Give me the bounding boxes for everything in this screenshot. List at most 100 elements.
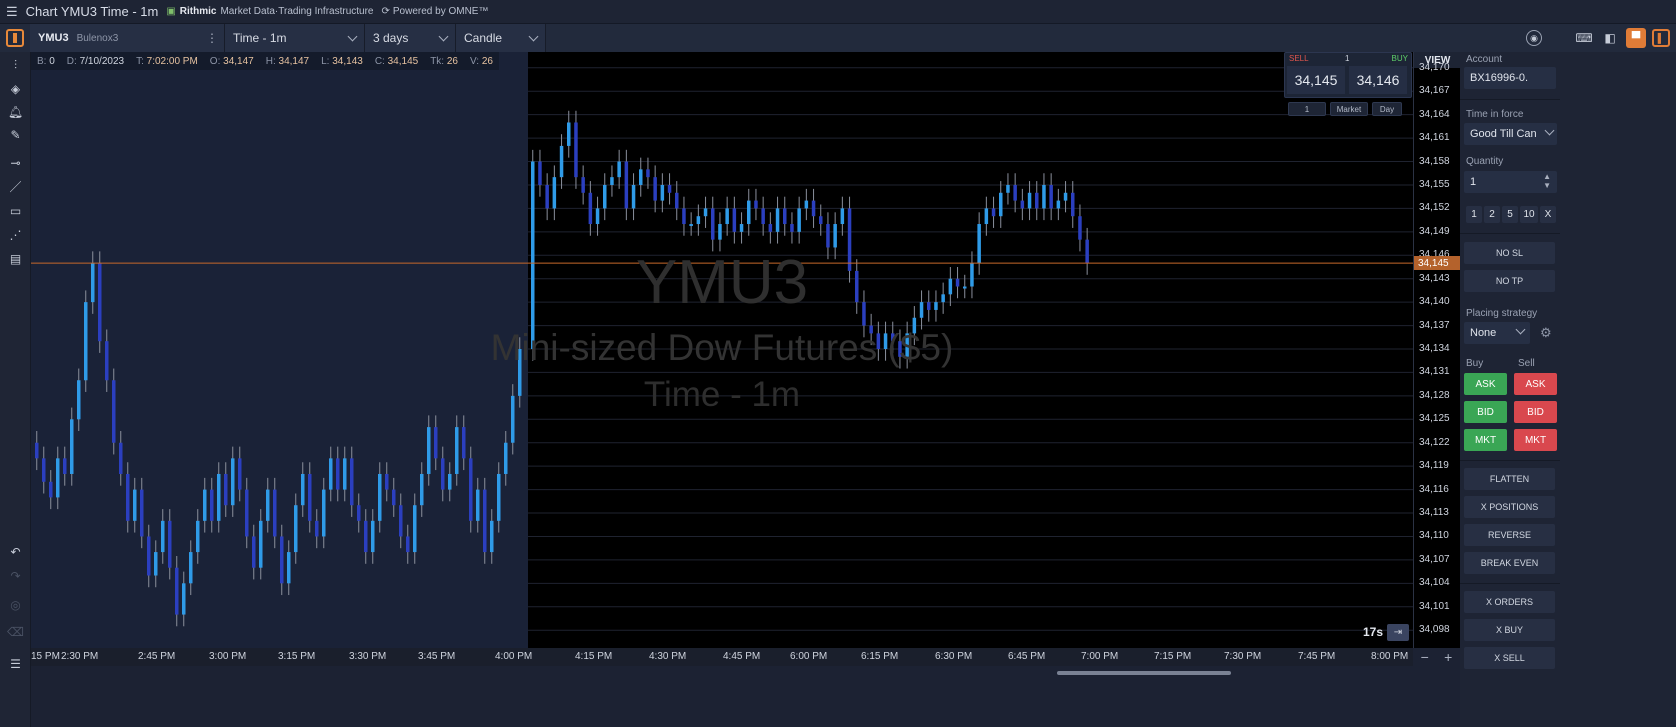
break-even-button[interactable]: BREAK EVEN bbox=[1464, 552, 1555, 574]
sidebar-toggle-icon[interactable] bbox=[6, 29, 24, 47]
candle-body bbox=[280, 536, 284, 584]
bottom-bar bbox=[31, 666, 1460, 727]
trend-line-icon[interactable]: ／ bbox=[6, 177, 25, 196]
sell-bid-button[interactable]: 34,145 bbox=[1287, 66, 1345, 94]
candle-body bbox=[406, 536, 410, 553]
gear-icon[interactable]: ⚙ bbox=[1540, 325, 1552, 341]
rectangle-icon[interactable]: ▭ bbox=[6, 201, 25, 220]
no-sl-button[interactable]: NO SL bbox=[1464, 242, 1555, 264]
quick-qty-10[interactable]: 10 bbox=[1520, 206, 1538, 223]
list-icon[interactable]: ☰ bbox=[6, 654, 25, 673]
candle-body bbox=[196, 520, 200, 553]
symbol-selector[interactable]: YMU3 Bulenox3 ⋮ bbox=[30, 24, 225, 52]
ohlc-readout: B: 0 D: 7/10/2023 T: 7:02:00 PM O: 34,14… bbox=[31, 52, 499, 70]
panel-toggle-icon[interactable]: ▌ bbox=[1652, 29, 1670, 47]
candle-body bbox=[984, 208, 989, 225]
fibonacci-icon[interactable]: ⋰ bbox=[6, 225, 25, 244]
order-type-select[interactable]: Market bbox=[1330, 102, 1368, 116]
chevron-down-icon bbox=[528, 31, 539, 41]
price-axis[interactable]: VIEW 34,170 34,167 34,164 34,161 34,158 34,15… bbox=[1413, 52, 1461, 648]
candle-body bbox=[322, 489, 326, 537]
flatten-button[interactable]: FLATTEN bbox=[1464, 468, 1555, 490]
chart-type-dropdown[interactable]: Candle bbox=[456, 24, 546, 52]
chevron-down-icon bbox=[438, 31, 449, 41]
candle-body bbox=[420, 473, 424, 506]
strategy-dropdown[interactable]: None bbox=[1464, 322, 1530, 344]
candle-body bbox=[531, 161, 535, 349]
interval-dropdown[interactable]: Time - 1m bbox=[225, 24, 365, 52]
close-positions-button[interactable]: X POSITIONS bbox=[1464, 496, 1555, 518]
candle-body bbox=[617, 161, 621, 178]
horizontal-scrollbar[interactable] bbox=[1057, 671, 1231, 675]
buy-ask-order-button[interactable]: ASK bbox=[1464, 373, 1507, 395]
undo-icon[interactable]: ↶ bbox=[6, 542, 25, 561]
alert-bell-icon[interactable]: 🔔︎ bbox=[6, 102, 25, 121]
tif-dropdown[interactable]: Good Till Can bbox=[1464, 123, 1557, 145]
quantity-stepper[interactable]: 1 ▲ ▼ bbox=[1464, 171, 1557, 193]
account-label: Account bbox=[1466, 54, 1503, 65]
tif-select[interactable]: Day bbox=[1372, 102, 1402, 116]
candle-body bbox=[1042, 184, 1046, 209]
y-tick-label: 34,137 bbox=[1419, 319, 1450, 331]
candle-body bbox=[112, 380, 116, 443]
layers-icon[interactable]: ◈ bbox=[6, 79, 25, 98]
redo-icon[interactable]: ↷ bbox=[6, 566, 25, 585]
symbol-label: YMU3 bbox=[38, 32, 69, 44]
time-axis[interactable]: 15 PM 2:30 PM 2:45 PM 3:00 PM 3:15 PM 3:30 PM… bbox=[31, 648, 1413, 666]
sell-bid-order-button[interactable]: BID bbox=[1514, 401, 1557, 423]
candle-body bbox=[732, 208, 737, 232]
candle-body bbox=[718, 224, 722, 240]
buy-ask-button[interactable]: 34,146 bbox=[1349, 66, 1407, 94]
candle-body bbox=[804, 200, 809, 209]
quick-qty-2[interactable]: 2 bbox=[1484, 206, 1500, 223]
candle-body bbox=[427, 427, 431, 474]
quick-qty-1[interactable]: 1 bbox=[1466, 206, 1482, 223]
candle-body bbox=[308, 473, 312, 521]
candle-body bbox=[441, 458, 445, 490]
no-tp-button[interactable]: NO TP bbox=[1464, 270, 1555, 292]
candle-body bbox=[869, 325, 873, 334]
sell-market-button[interactable]: MKT bbox=[1514, 429, 1557, 451]
indicators-icon[interactable]: ⫶ bbox=[6, 56, 25, 75]
pencil-icon[interactable]: ✎ bbox=[6, 125, 25, 144]
trader-qty-input[interactable]: 1 bbox=[1288, 102, 1326, 116]
template-icon[interactable]: ▤ bbox=[6, 249, 25, 268]
account-select[interactable]: BX16996-0. bbox=[1464, 67, 1556, 89]
sell-ask-order-button[interactable]: ASK bbox=[1514, 373, 1557, 395]
quick-qty-5[interactable]: 5 bbox=[1502, 206, 1518, 223]
candle-body bbox=[711, 208, 715, 240]
y-tick-label: 34,104 bbox=[1419, 577, 1450, 589]
price-chart[interactable]: YMU3 Mini-sized Dow Futures ($5) Time - … bbox=[31, 52, 1413, 648]
candle-body bbox=[175, 567, 179, 615]
horizontal-line-icon[interactable]: ⊸ bbox=[6, 153, 25, 172]
x-tick-label: 4:00 PM bbox=[495, 651, 533, 662]
erase-icon[interactable]: ⌫ bbox=[6, 622, 25, 641]
cancel-buy-button[interactable]: X BUY bbox=[1464, 619, 1555, 641]
eye-icon[interactable]: ◎ bbox=[6, 595, 25, 614]
zoom-out-icon[interactable]: − bbox=[1421, 649, 1429, 665]
order-panel: Account BX16996-0. Time in force Good Ti… bbox=[1460, 52, 1676, 727]
menu-icon[interactable]: ☰ bbox=[6, 4, 18, 20]
range-dropdown[interactable]: 3 days bbox=[365, 24, 456, 52]
more-icon[interactable]: ⋮ bbox=[206, 31, 218, 45]
candle-body bbox=[357, 505, 361, 521]
trade-panel-icon[interactable]: ▀ bbox=[1626, 28, 1646, 48]
candle-body bbox=[574, 122, 578, 178]
scroll-to-end-icon[interactable]: ⇥ bbox=[1387, 624, 1409, 641]
reverse-button[interactable]: REVERSE bbox=[1464, 524, 1555, 546]
quick-qty-clear[interactable]: X bbox=[1540, 206, 1556, 223]
buy-market-button[interactable]: MKT bbox=[1464, 429, 1507, 451]
cancel-orders-button[interactable]: X ORDERS bbox=[1464, 591, 1555, 613]
candle-body bbox=[941, 294, 945, 303]
candle-body bbox=[413, 505, 417, 553]
buy-bid-order-button[interactable]: BID bbox=[1464, 401, 1507, 423]
stepper-arrows-icon[interactable]: ▲ ▼ bbox=[1543, 172, 1551, 190]
candle-body bbox=[315, 520, 319, 537]
fingerprint-icon[interactable]: ◉ bbox=[1526, 30, 1542, 46]
zoom-in-icon[interactable]: + bbox=[1444, 649, 1452, 665]
candle-body bbox=[948, 278, 953, 295]
keyboard-icon[interactable]: ⌨ bbox=[1574, 28, 1594, 48]
cancel-sell-button[interactable]: X SELL bbox=[1464, 647, 1555, 669]
buy-label: BUY bbox=[1391, 54, 1408, 63]
mouse-icon[interactable]: ◧ bbox=[1600, 28, 1620, 48]
